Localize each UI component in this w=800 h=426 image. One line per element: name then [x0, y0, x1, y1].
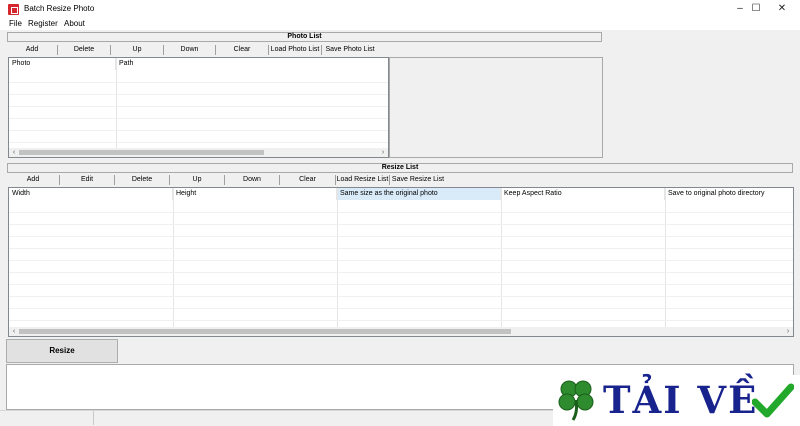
resize-down-button[interactable]: Down: [225, 175, 280, 185]
photo-list-header: Photo List: [7, 32, 602, 42]
column-divider: [173, 188, 174, 327]
menu-about[interactable]: About: [64, 19, 85, 28]
window-title: Batch Resize Photo: [24, 4, 95, 13]
row-line: [9, 130, 388, 131]
photo-list-view[interactable]: Photo Path ‹ ›: [8, 57, 389, 158]
row-line: [9, 308, 793, 309]
save-photo-list-button[interactable]: Save Photo List: [322, 45, 378, 55]
column-photo[interactable]: Photo: [9, 58, 116, 70]
resize-up-button[interactable]: Up: [170, 175, 225, 185]
clover-icon: [558, 380, 594, 421]
scroll-thumb[interactable]: [19, 329, 511, 334]
row-line: [9, 320, 793, 321]
row-line: [9, 212, 793, 213]
scroll-left-icon[interactable]: ‹: [9, 327, 19, 336]
resize-list-toolbar: Add Edit Delete Up Down Clear Load Resiz…: [7, 175, 447, 185]
column-save-to-original[interactable]: Save to original photo directory: [665, 188, 793, 200]
column-same-size[interactable]: Same size as the original photo: [337, 188, 501, 200]
row-line: [9, 94, 388, 95]
scroll-left-icon[interactable]: ‹: [9, 148, 19, 157]
photo-list-toolbar: Add Delete Up Down Clear Load Photo List…: [7, 45, 379, 55]
photo-delete-button[interactable]: Delete: [58, 45, 111, 55]
row-line: [9, 260, 793, 261]
photo-add-button[interactable]: Add: [7, 45, 58, 55]
column-height[interactable]: Height: [173, 188, 337, 200]
scroll-thumb[interactable]: [19, 150, 264, 155]
photo-preview-area: [389, 57, 603, 158]
save-resize-list-button[interactable]: Save Resize List: [390, 175, 446, 185]
column-width[interactable]: Width: [9, 188, 173, 200]
row-line: [9, 118, 388, 119]
row-line: [9, 224, 793, 225]
resize-edit-button[interactable]: Edit: [60, 175, 115, 185]
row-line: [9, 142, 388, 143]
resize-list-view[interactable]: Width Height Same size as the original p…: [8, 187, 794, 337]
resize-button[interactable]: Resize: [6, 339, 118, 363]
menu-bar: File Register About: [0, 17, 800, 30]
row-line: [9, 296, 793, 297]
column-divider: [501, 188, 502, 327]
photo-down-button[interactable]: Down: [164, 45, 216, 55]
photo-up-button[interactable]: Up: [111, 45, 164, 55]
checkmark-icon: [752, 383, 794, 418]
menu-register[interactable]: Register: [28, 19, 58, 28]
resize-add-button[interactable]: Add: [7, 175, 60, 185]
status-divider: [93, 411, 94, 425]
row-line: [9, 82, 388, 83]
column-divider: [665, 188, 666, 327]
photo-clear-button[interactable]: Clear: [216, 45, 269, 55]
scroll-right-icon[interactable]: ›: [783, 327, 793, 336]
photo-list-hscrollbar[interactable]: ‹ ›: [9, 148, 388, 157]
row-line: [9, 248, 793, 249]
close-button[interactable]: ✕: [766, 0, 798, 17]
menu-file[interactable]: File: [9, 19, 22, 28]
column-divider: [337, 188, 338, 327]
row-line: [9, 236, 793, 237]
column-divider: [116, 58, 117, 149]
resize-delete-button[interactable]: Delete: [115, 175, 170, 185]
resize-list-header: Resize List: [7, 163, 793, 173]
app-icon: [8, 4, 19, 15]
resize-list-hscrollbar[interactable]: ‹ ›: [9, 327, 793, 336]
photo-list-columns: Photo Path: [9, 58, 388, 70]
row-line: [9, 106, 388, 107]
column-keep-aspect-ratio[interactable]: Keep Aspect Ratio: [501, 188, 665, 200]
resize-list-columns: Width Height Same size as the original p…: [9, 188, 793, 200]
load-photo-list-button[interactable]: Load Photo List: [269, 45, 322, 55]
load-resize-list-button[interactable]: Load Resize List: [336, 175, 390, 185]
resize-clear-button[interactable]: Clear: [280, 175, 336, 185]
row-line: [9, 272, 793, 273]
watermark-text: TẢI VỀ: [603, 378, 759, 422]
scroll-right-icon[interactable]: ›: [378, 148, 388, 157]
row-line: [9, 284, 793, 285]
column-path[interactable]: Path: [116, 58, 388, 70]
title-bar: Batch Resize Photo – ☐ ✕: [0, 0, 800, 17]
